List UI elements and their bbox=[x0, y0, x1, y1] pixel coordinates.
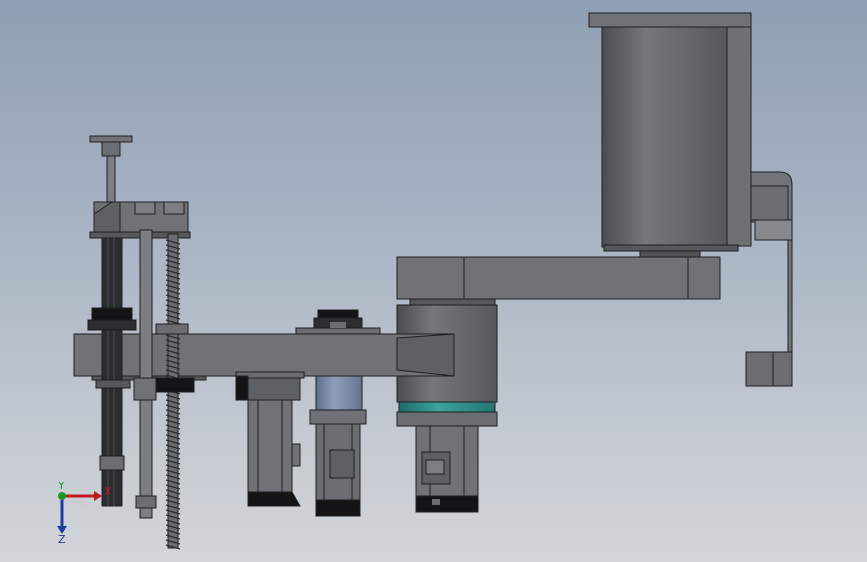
base-motor-body bbox=[601, 26, 728, 248]
axis-triad[interactable]: X Y Z bbox=[48, 482, 118, 544]
cad-viewport[interactable]: X Y Z bbox=[0, 0, 867, 562]
y-axis-label: Y bbox=[57, 482, 65, 492]
y-axis-dot bbox=[58, 492, 66, 500]
forearm-pulley bbox=[313, 309, 363, 329]
x-axis-head bbox=[94, 491, 102, 501]
cable-bracket-foot bbox=[745, 351, 793, 387]
elbow-teal-ring bbox=[398, 401, 496, 413]
base-motor-side-plate bbox=[726, 26, 752, 247]
upper-arm bbox=[396, 256, 721, 306]
base-motor bbox=[588, 12, 752, 258]
base-motor-top-flange bbox=[588, 12, 752, 28]
z-axis-label: Z bbox=[58, 533, 66, 544]
cable-bracket bbox=[745, 171, 793, 387]
base-motor-bottom-ring bbox=[603, 244, 739, 252]
x-axis-label: X bbox=[104, 485, 112, 498]
scara-robot-model[interactable] bbox=[0, 0, 867, 562]
forearm-motor-blue bbox=[309, 375, 367, 517]
forearm-motor-gray bbox=[235, 371, 305, 507]
